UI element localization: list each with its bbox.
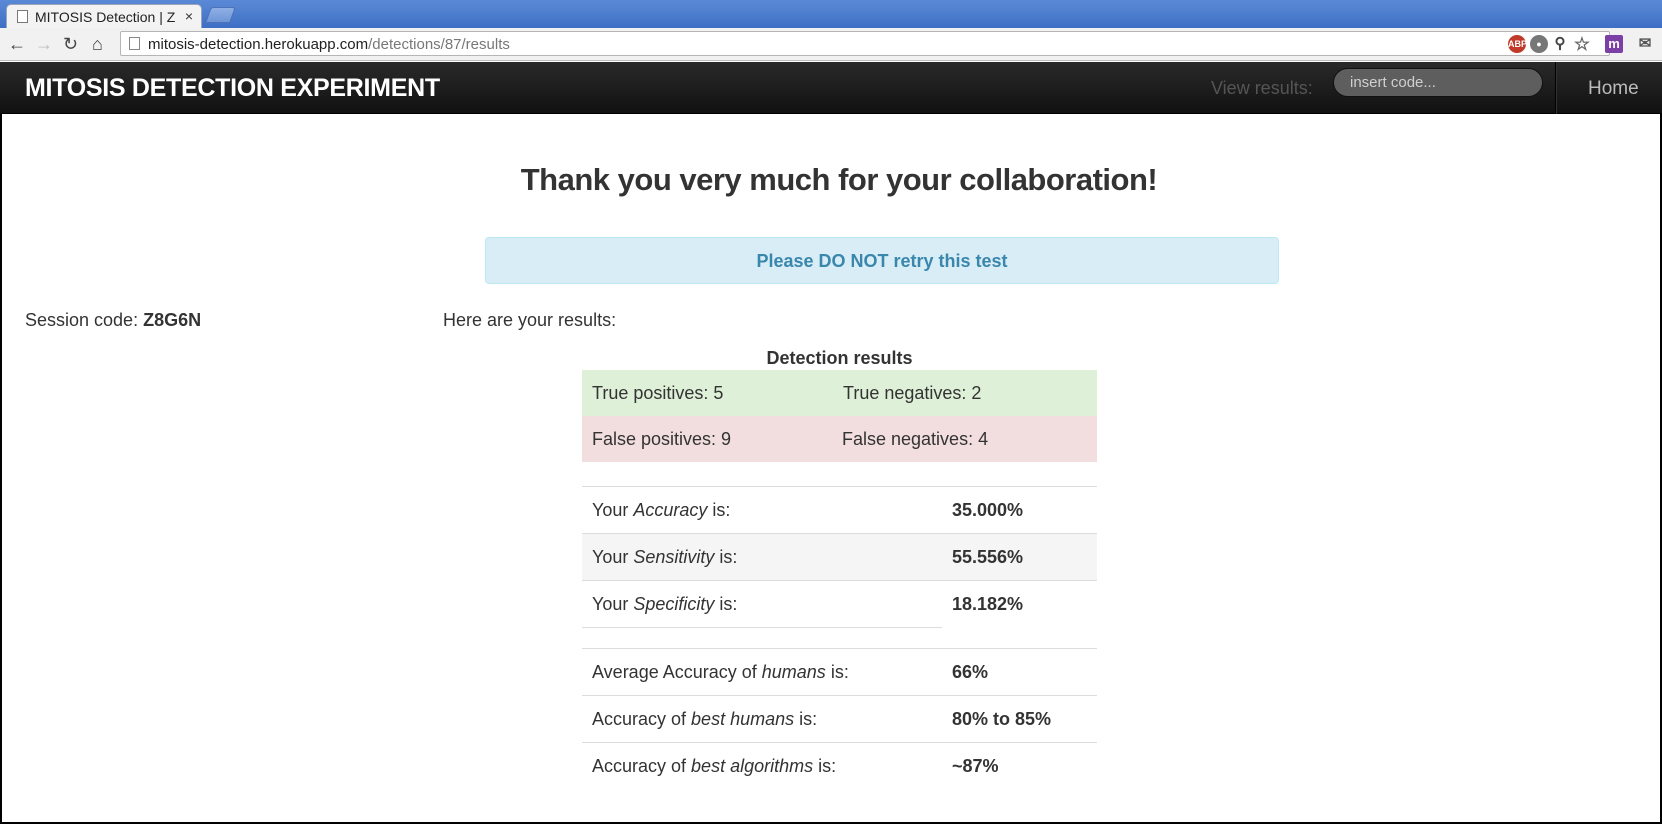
table-row: Average Accuracy of humans is: 66% — [582, 648, 1097, 696]
session-code-value: Z8G6N — [143, 310, 202, 330]
metric-label: Your Accuracy is: — [582, 486, 942, 534]
bulb-icon[interactable]: ● — [1530, 35, 1548, 53]
reload-icon[interactable]: ↻ — [63, 34, 78, 54]
detection-row-true: True positives: 5 True negatives: 2 — [582, 370, 1097, 416]
comparison-label: Average Accuracy of humans is: — [582, 648, 942, 696]
tab-close-icon[interactable]: × — [185, 8, 193, 24]
metric-value: 18.182% — [942, 580, 1097, 628]
table-row: Your Accuracy is: 35.000% — [582, 486, 1097, 534]
home-link[interactable]: Home — [1588, 78, 1639, 100]
back-icon[interactable]: ← — [8, 34, 26, 54]
false-negatives: False negatives: 4 — [842, 429, 989, 449]
true-negatives: True negatives: 2 — [843, 383, 982, 403]
session-label: Session code: — [25, 310, 144, 330]
table-row: Your Sensitivity is: 55.556% — [582, 533, 1097, 581]
url-host: mitosis-detection.herokuapp.com — [148, 36, 369, 53]
false-positives: False positives: 9 — [592, 429, 732, 449]
alert-text: Please DO NOT retry this test — [756, 251, 1008, 271]
metric-label: Your Specificity is: — [582, 580, 942, 628]
true-positives: True positives: 5 — [592, 383, 724, 403]
metric-value: 35.000% — [942, 486, 1097, 534]
comparison-value: 80% to 85% — [942, 695, 1097, 743]
comparison-label: Accuracy of best algorithms is: — [582, 742, 942, 790]
page-icon — [129, 37, 140, 50]
code-input[interactable] — [1333, 68, 1543, 97]
alert-box: Please DO NOT retry this test — [485, 237, 1279, 284]
table-row: Accuracy of best algorithms is: ~87% — [582, 742, 1097, 790]
extension-m-icon[interactable]: m — [1605, 35, 1623, 53]
comparison-label: Accuracy of best humans is: — [582, 695, 942, 743]
forward-icon[interactable]: → — [35, 34, 53, 54]
zoom-icon[interactable]: ⚲ — [1551, 35, 1569, 53]
page-title: Thank you very much for your collaborati… — [520, 162, 1158, 197]
view-results-label: View results: — [1211, 78, 1313, 98]
browser-tab[interactable]: MITOSIS Detection | Z × — [6, 4, 202, 28]
detection-results-title: Detection results — [766, 348, 913, 368]
tab-title: MITOSIS Detection | Z — [35, 9, 176, 25]
new-tab-button[interactable] — [205, 7, 236, 23]
metrics-table: Your Accuracy is: 35.000% Your Sensitivi… — [582, 486, 1097, 628]
adblock-icon[interactable]: ABP — [1508, 35, 1527, 53]
results-intro: Here are your results: — [443, 310, 617, 330]
table-row: Accuracy of best humans is: 80% to 85% — [582, 695, 1097, 743]
browser-toolbar: ← → ↻ ⌂ mitosis-detection.herokuapp.com/… — [0, 28, 1662, 61]
session-code: Session code: Z8G6N — [25, 310, 201, 331]
home-icon[interactable]: ⌂ — [92, 34, 103, 54]
comparison-value: ~87% — [942, 742, 1097, 790]
detection-row-false: False positives: 9 False negatives: 4 — [582, 416, 1097, 462]
gmail-icon[interactable]: ✉ — [1636, 35, 1654, 53]
metric-label: Your Sensitivity is: — [582, 533, 942, 581]
comparison-value: 66% — [942, 648, 1097, 696]
nav-divider — [1555, 62, 1556, 114]
address-bar[interactable]: mitosis-detection.herokuapp.com/detectio… — [120, 31, 1610, 56]
star-icon[interactable]: ☆ — [1573, 35, 1591, 53]
browser-tab-bar: MITOSIS Detection | Z × — [0, 0, 1662, 28]
divider — [582, 627, 942, 628]
site-navbar: MITOSIS DETECTION EXPERIMENT View result… — [0, 62, 1662, 114]
brand-title[interactable]: MITOSIS DETECTION EXPERIMENT — [25, 74, 440, 103]
url-path: /detections/87/results — [368, 36, 510, 53]
metric-value: 55.556% — [942, 533, 1097, 581]
table-row: Your Specificity is: 18.182% — [582, 580, 1097, 628]
page-icon — [17, 10, 28, 23]
comparison-table: Average Accuracy of humans is: 66% Accur… — [582, 648, 1097, 790]
